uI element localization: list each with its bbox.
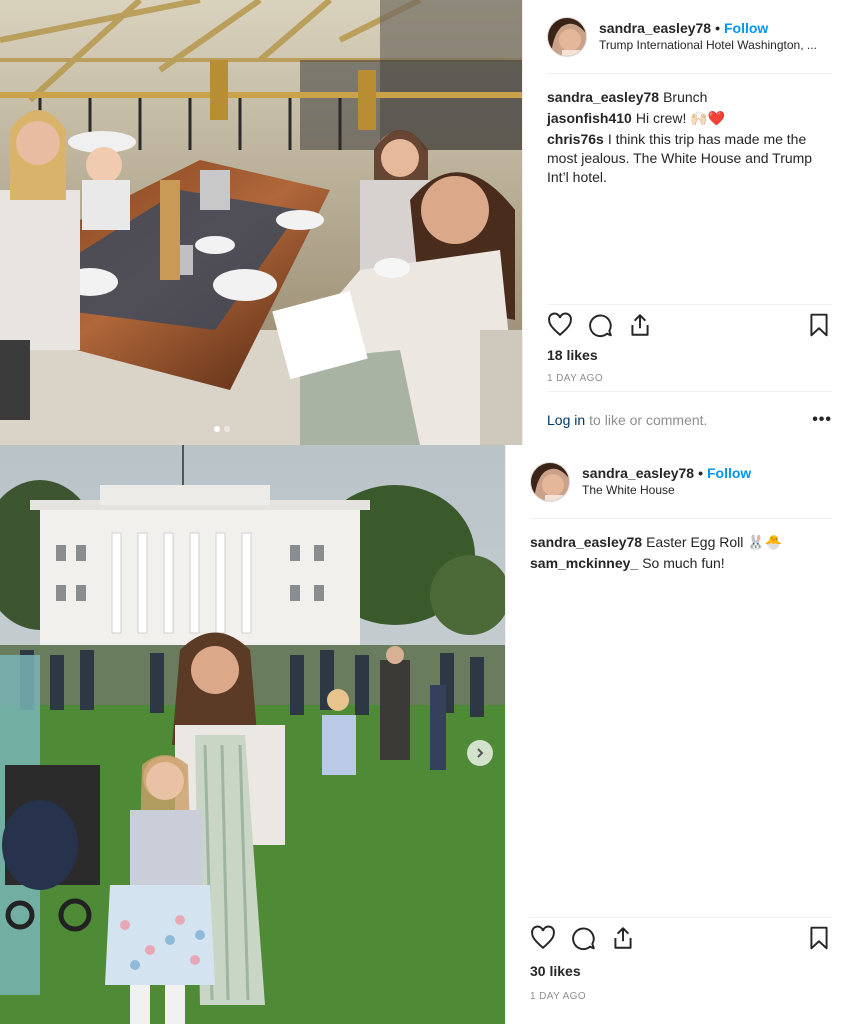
- separator-dot: •: [715, 19, 720, 36]
- comment-text: Easter Egg Roll 🐰🐣: [646, 534, 783, 550]
- separator-dot: •: [698, 464, 703, 481]
- header-info: sandra_easley78 • Follow Trump Internation…: [599, 20, 817, 54]
- post-brunch: sandra_easley78 • Follow Trump Internation…: [0, 0, 848, 445]
- white-house-photo-illustration: [0, 445, 505, 1024]
- carousel-indicator: [214, 426, 230, 432]
- avatar-image: [531, 462, 569, 501]
- username-link[interactable]: sandra_easley78: [582, 465, 694, 481]
- comment-username[interactable]: chris76s: [547, 131, 604, 147]
- share-icon[interactable]: [610, 925, 636, 951]
- likes-count[interactable]: 30 likes: [530, 963, 581, 979]
- bookmark-icon[interactable]: [806, 925, 832, 951]
- comment-username[interactable]: sandra_easley78: [530, 534, 642, 550]
- more-options-icon[interactable]: •••: [812, 411, 832, 429]
- post-panel-white-house: sandra_easley78 • Follow The White House s…: [505, 445, 848, 1024]
- timestamp: 1 DAY AGO: [547, 373, 604, 384]
- heart-icon[interactable]: [547, 312, 573, 338]
- comment-username[interactable]: jasonfish410: [547, 110, 632, 126]
- caption: sandra_easley78 Easter Egg Roll 🐰🐣: [530, 533, 832, 552]
- avatar-image: [548, 17, 586, 56]
- comment-username[interactable]: sandra_easley78: [547, 89, 659, 105]
- login-bar: Log in to like or comment. •••: [547, 391, 832, 447]
- follow-button[interactable]: Follow: [707, 465, 751, 481]
- comments-list: sandra_easley78 Easter Egg Roll 🐰🐣 sam_mc…: [530, 533, 832, 575]
- post-panel-brunch: sandra_easley78 • Follow Trump Internation…: [522, 0, 848, 445]
- avatar[interactable]: [530, 461, 570, 502]
- chevron-right-icon: [477, 748, 484, 758]
- comment-icon[interactable]: [587, 312, 613, 338]
- post-photo-brunch[interactable]: [0, 0, 522, 445]
- action-bar: [530, 917, 832, 957]
- location-link[interactable]: Trump International Hotel Washington, ..…: [599, 37, 817, 54]
- share-icon[interactable]: [627, 312, 653, 338]
- login-link[interactable]: Log in: [547, 412, 585, 428]
- carousel-dot: [214, 426, 220, 432]
- comment-text: Hi crew! 🙌🏻❤️: [635, 110, 726, 126]
- comment-text: Brunch: [663, 89, 708, 105]
- carousel-dot: [224, 426, 230, 432]
- next-image-button[interactable]: [467, 740, 493, 766]
- action-bar: [547, 304, 832, 344]
- header-info: sandra_easley78 • Follow The White House: [582, 465, 751, 499]
- timestamp: 1 DAY AGO: [530, 991, 587, 1002]
- follow-button[interactable]: Follow: [724, 20, 768, 36]
- avatar[interactable]: [547, 16, 587, 57]
- comment-item: sam_mckinney_ So much fun!: [530, 554, 832, 573]
- login-prompt: to like or comment.: [589, 411, 708, 428]
- caption: sandra_easley78 Brunch: [547, 88, 832, 107]
- comment-username[interactable]: sam_mckinney_: [530, 555, 638, 571]
- comment-item: jasonfish410 Hi crew! 🙌🏻❤️: [547, 109, 832, 128]
- heart-icon[interactable]: [530, 925, 556, 951]
- post-photo-white-house[interactable]: [0, 445, 505, 1024]
- comment-text: So much fun!: [642, 555, 725, 571]
- comments-list: sandra_easley78 Brunch jasonfish410 Hi cre…: [547, 88, 832, 189]
- brunch-photo-illustration: [0, 0, 522, 445]
- post-white-house: sandra_easley78 • Follow The White House s…: [0, 445, 848, 1024]
- location-link[interactable]: The White House: [582, 482, 751, 499]
- comment-icon[interactable]: [570, 925, 596, 951]
- comment-item: chris76s I think this trip has made me th…: [547, 130, 832, 187]
- post-header: sandra_easley78 • Follow The White House: [530, 445, 832, 519]
- post-header: sandra_easley78 • Follow Trump Internation…: [547, 0, 832, 74]
- username-link[interactable]: sandra_easley78: [599, 20, 711, 36]
- likes-count[interactable]: 18 likes: [547, 347, 598, 363]
- bookmark-icon[interactable]: [806, 312, 832, 338]
